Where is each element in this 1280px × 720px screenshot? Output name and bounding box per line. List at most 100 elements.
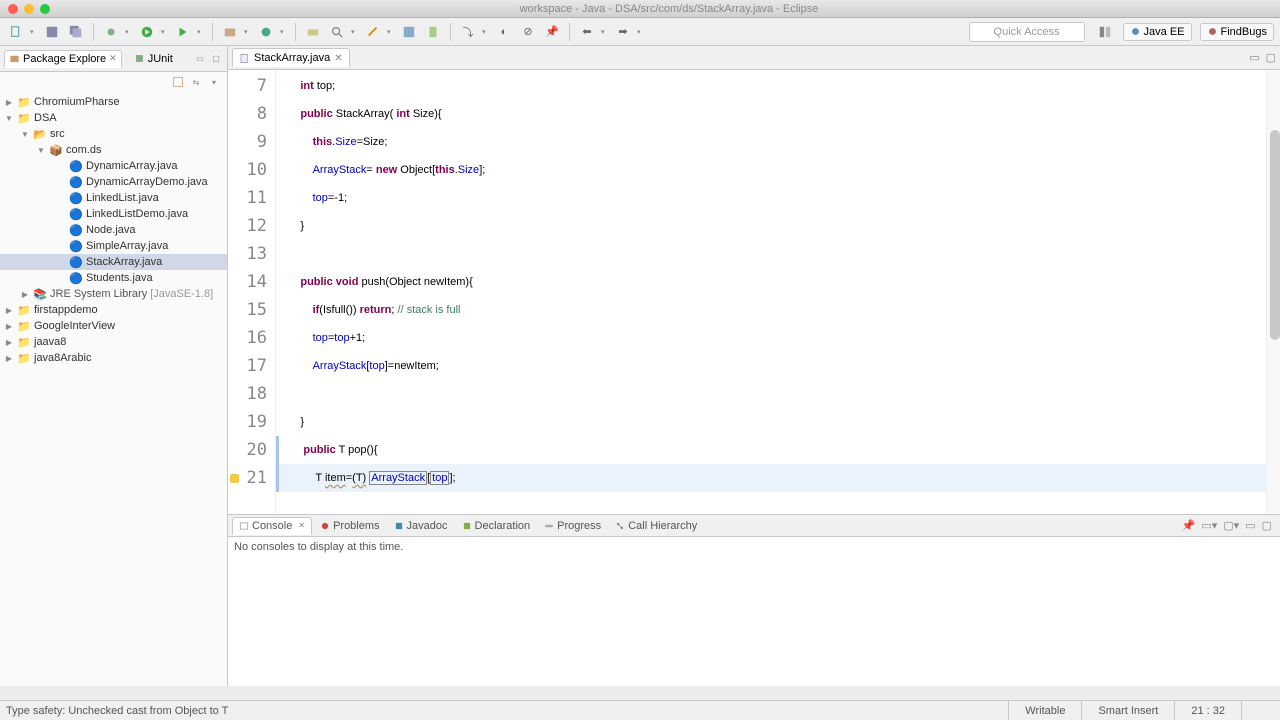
save-all-icon[interactable] — [66, 22, 86, 42]
tree-file-selected[interactable]: 🔵StackArray.java — [0, 254, 227, 270]
link-editor-icon[interactable]: ⇆ — [189, 75, 203, 89]
dropdown-icon[interactable]: ▾ — [482, 28, 490, 36]
maximize-icon[interactable]: ▢ — [1266, 51, 1276, 64]
save-icon[interactable] — [42, 22, 62, 42]
tab-package-explorer[interactable]: Package Explore ✕ — [4, 50, 122, 68]
editor-tab[interactable]: StackArray.java ✕ — [232, 48, 350, 67]
code-line[interactable]: if(Isfull()) return; // stack is full — [276, 296, 1266, 324]
search-icon[interactable] — [327, 22, 347, 42]
new-icon[interactable] — [6, 22, 26, 42]
code-line[interactable]: T item=(T) ArrayStack[top]; — [276, 464, 1266, 492]
code-line[interactable]: ArrayStack= new Object[this.Size]; — [276, 156, 1266, 184]
dropdown-icon[interactable]: ▾ — [637, 28, 645, 36]
dropdown-icon[interactable]: ▾ — [280, 28, 288, 36]
code-line[interactable] — [276, 240, 1266, 268]
minimize-icon[interactable]: ▭ — [1245, 519, 1255, 532]
close-button[interactable] — [8, 4, 18, 14]
annotation-icon[interactable] — [363, 22, 383, 42]
display-console-icon[interactable]: ▭▾ — [1201, 519, 1217, 532]
tree-project[interactable]: ▶📁java8Arabic — [0, 350, 227, 366]
task-icon[interactable] — [399, 22, 419, 42]
code-line[interactable]: public T pop(){ — [276, 436, 1266, 464]
scrollbar-thumb[interactable] — [1270, 130, 1280, 340]
code-body[interactable]: int top; public StackArray( int Size){ t… — [276, 70, 1266, 514]
view-menu-icon[interactable]: ▾ — [207, 75, 221, 89]
tree-project[interactable]: ▶📁jaava8 — [0, 334, 227, 350]
tree-label: com.ds — [66, 144, 101, 156]
dropdown-icon[interactable]: ▾ — [601, 28, 609, 36]
code-line[interactable] — [276, 380, 1266, 408]
open-type-icon[interactable] — [303, 22, 323, 42]
minimize-icon[interactable]: ▭ — [1249, 51, 1259, 64]
collapse-all-icon[interactable] — [171, 75, 185, 89]
skip-icon[interactable]: ⊘ — [518, 22, 538, 42]
tab-console[interactable]: Console✕ — [232, 517, 312, 535]
step-into-icon[interactable]: ⤵ — [458, 22, 478, 42]
code-line[interactable]: } — [276, 408, 1266, 436]
code-editor[interactable]: 7 8 9 10 11 12 13 14 15 16 17 18 19 20 2… — [228, 70, 1280, 514]
run-icon[interactable] — [137, 22, 157, 42]
perspective-findbugs[interactable]: FindBugs — [1200, 23, 1274, 41]
overview-ruler[interactable] — [1266, 70, 1280, 514]
code-line[interactable]: top=top+1; — [276, 324, 1266, 352]
minimize-icon[interactable]: ▭ — [193, 52, 207, 66]
close-icon[interactable]: ✕ — [109, 53, 117, 64]
code-line[interactable]: ArrayStack[top]=newItem; — [276, 352, 1266, 380]
tree-file[interactable]: 🔵LinkedList.java — [0, 190, 227, 206]
dropdown-icon[interactable]: ▾ — [387, 28, 395, 36]
code-line[interactable]: int top; — [276, 72, 1266, 100]
close-icon[interactable]: ✕ — [334, 53, 342, 64]
perspective-switcher-icon[interactable] — [1095, 22, 1115, 42]
back-icon[interactable]: ⬅ — [577, 22, 597, 42]
forward-icon[interactable]: ➡ — [613, 22, 633, 42]
quick-access-input[interactable]: Quick Access — [969, 22, 1085, 42]
pin-console-icon[interactable]: 📌 — [1182, 519, 1196, 532]
tab-call-hierarchy[interactable]: Call Hierarchy — [609, 518, 703, 534]
new-class-icon[interactable] — [256, 22, 276, 42]
dropdown-icon[interactable]: ▾ — [30, 28, 38, 36]
maximize-icon[interactable]: ▢ — [1262, 519, 1272, 532]
code-line[interactable]: this.Size=Size; — [276, 128, 1266, 156]
close-icon[interactable]: ✕ — [298, 521, 305, 530]
tree-file[interactable]: 🔵SimpleArray.java — [0, 238, 227, 254]
tree-package[interactable]: ▼📦com.ds — [0, 142, 227, 158]
tree-file[interactable]: 🔵DynamicArrayDemo.java — [0, 174, 227, 190]
tab-junit[interactable]: JUnit — [130, 51, 177, 67]
perspective-javaee[interactable]: Java EE — [1123, 23, 1192, 41]
tree-project[interactable]: ▼📁DSA — [0, 110, 227, 126]
src-folder-icon: 📂 — [33, 127, 47, 141]
new-package-icon[interactable] — [220, 22, 240, 42]
open-console-icon[interactable]: ▢▾ — [1223, 519, 1239, 532]
tree-project[interactable]: ▶📁ChromiumPharse — [0, 94, 227, 110]
dropdown-icon[interactable]: ▾ — [351, 28, 359, 36]
tree-project[interactable]: ▶📁firstappdemo — [0, 302, 227, 318]
tree-project[interactable]: ▶📁GoogleInterView — [0, 318, 227, 334]
maximize-icon[interactable]: ▢ — [209, 52, 223, 66]
tree-file[interactable]: 🔵Students.java — [0, 270, 227, 286]
toggle-breakpoint-icon[interactable]: ◐ — [494, 22, 514, 42]
tab-declaration[interactable]: Declaration — [456, 518, 537, 534]
zoom-button[interactable] — [40, 4, 50, 14]
tree-file[interactable]: 🔵Node.java — [0, 222, 227, 238]
pin-icon[interactable]: 📌 — [542, 22, 562, 42]
tab-problems[interactable]: Problems — [314, 518, 385, 534]
dropdown-icon[interactable]: ▾ — [161, 28, 169, 36]
minimize-button[interactable] — [24, 4, 34, 14]
code-line[interactable]: public void push(Object newItem){ — [276, 268, 1266, 296]
tree-file[interactable]: 🔵DynamicArray.java — [0, 158, 227, 174]
dropdown-icon[interactable]: ▾ — [244, 28, 252, 36]
tab-progress[interactable]: Progress — [538, 518, 607, 534]
project-tree[interactable]: ▶📁ChromiumPharse ▼📁DSA ▼📂src ▼📦com.ds 🔵D… — [0, 92, 227, 686]
tree-file[interactable]: 🔵LinkedListDemo.java — [0, 206, 227, 222]
code-line[interactable]: public StackArray( int Size){ — [276, 100, 1266, 128]
run-last-icon[interactable] — [173, 22, 193, 42]
tree-jre[interactable]: ▶📚JRE System Library [JavaSE-1.8] — [0, 286, 227, 302]
code-line[interactable]: } — [276, 212, 1266, 240]
tab-javadoc[interactable]: Javadoc — [388, 518, 454, 534]
dropdown-icon[interactable]: ▾ — [125, 28, 133, 36]
tree-src[interactable]: ▼📂src — [0, 126, 227, 142]
code-line[interactable]: top=-1; — [276, 184, 1266, 212]
bookmark-icon[interactable] — [423, 22, 443, 42]
debug-icon[interactable] — [101, 22, 121, 42]
dropdown-icon[interactable]: ▾ — [197, 28, 205, 36]
